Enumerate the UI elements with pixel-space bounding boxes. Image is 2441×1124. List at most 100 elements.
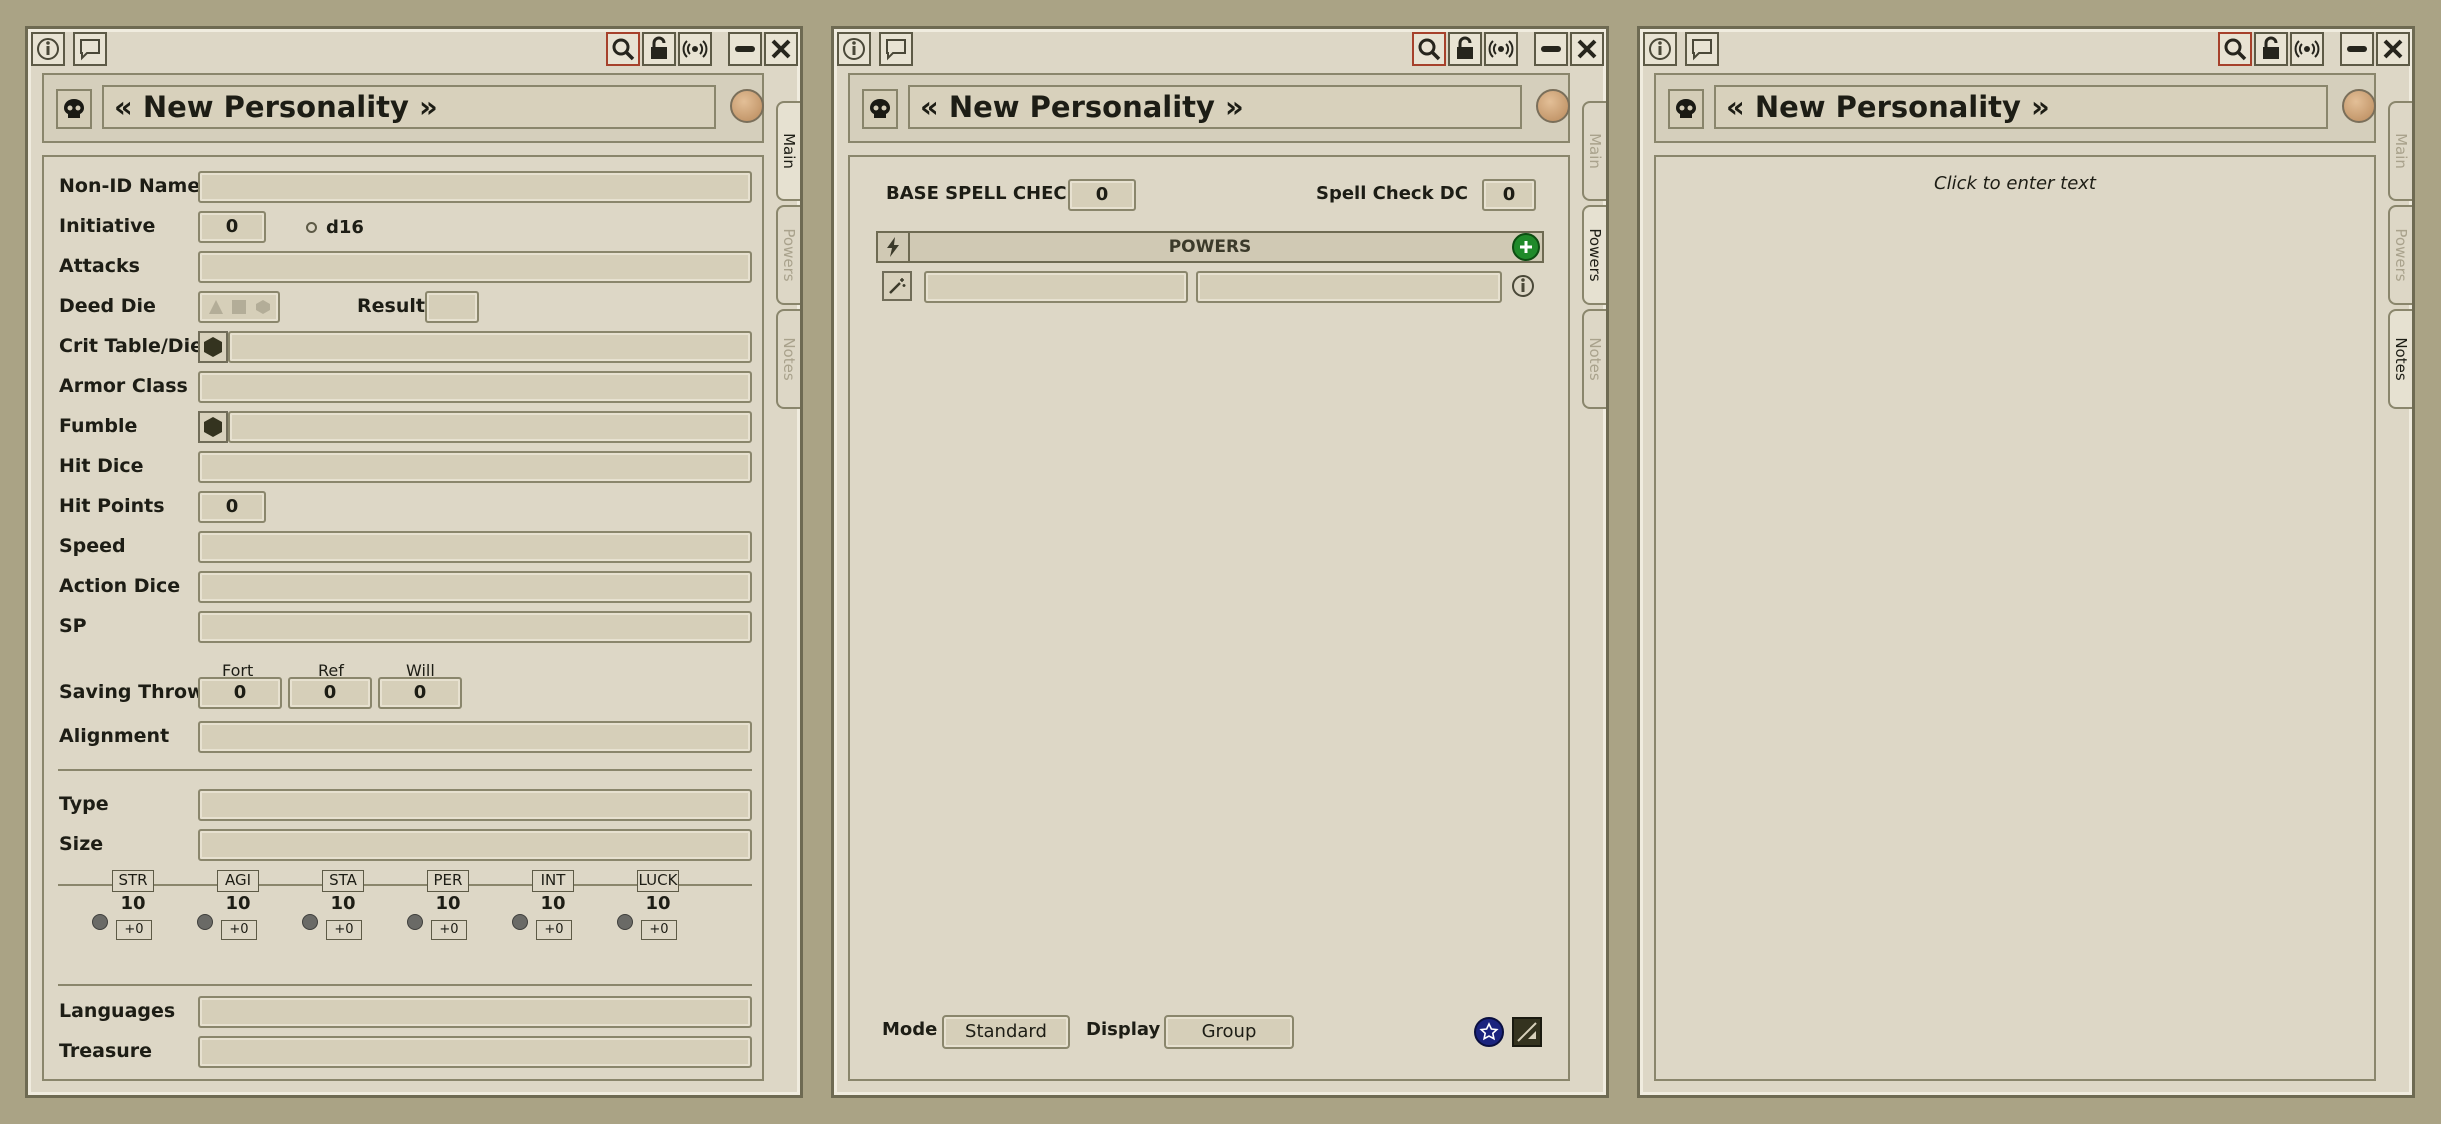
wand-icon[interactable] [882,271,912,301]
lock-icon[interactable] [2254,32,2288,66]
search-icon[interactable] [1412,32,1446,66]
alignment-field[interactable] [198,721,752,753]
ref-field[interactable]: 0 [288,677,372,709]
ability-score[interactable]: 10 [203,893,273,914]
tab-powers[interactable]: Powers [776,205,800,305]
ability-sta[interactable]: STA 10 +0 [302,870,378,940]
attacks-field[interactable] [198,251,752,283]
info-icon[interactable] [837,32,871,66]
size-field[interactable] [198,829,752,861]
broadcast-icon[interactable] [678,32,712,66]
ability-score[interactable]: 10 [98,893,168,914]
ability-agi[interactable]: AGI 10 +0 [197,870,273,940]
info-icon[interactable] [1643,32,1677,66]
ability-score[interactable]: 10 [518,893,588,914]
minimize-icon[interactable] [728,32,762,66]
treasure-field[interactable] [198,1036,752,1068]
fumble-field[interactable] [228,411,752,443]
fort-field[interactable]: 0 [198,677,282,709]
tab-powers[interactable]: Powers [1582,205,1606,305]
ability-int[interactable]: INT 10 +0 [512,870,588,940]
notes-placeholder[interactable]: Click to enter text [1656,173,2374,194]
non-id-name-field[interactable] [198,171,752,203]
spell-check-dc-field[interactable]: 0 [1482,179,1536,211]
ability-score[interactable]: 10 [308,893,378,914]
npc-name-field[interactable]: « New Personality » [102,85,716,129]
search-icon[interactable] [2218,32,2252,66]
skull-icon[interactable] [1668,89,1704,129]
hit-points-field[interactable]: 0 [198,491,266,523]
broadcast-icon[interactable] [2290,32,2324,66]
npc-name-field[interactable]: « New Personality » [1714,85,2328,129]
chat-icon[interactable] [1685,32,1719,66]
armor-class-label: Armor Class [59,375,188,397]
ability-luck[interactable]: LUCK 10 +0 [617,870,693,940]
languages-field[interactable] [198,996,752,1028]
ability-str[interactable]: STR 10 +0 [92,870,168,940]
deed-die-field[interactable] [198,291,280,323]
search-icon[interactable] [606,32,640,66]
token-portrait[interactable] [2342,89,2376,123]
hit-dice-field[interactable] [198,451,752,483]
type-field[interactable] [198,789,752,821]
crit-table-field[interactable] [228,331,752,363]
lock-icon[interactable] [1448,32,1482,66]
armor-class-field[interactable] [198,371,752,403]
speed-field[interactable] [198,531,752,563]
ability-roll-dot[interactable] [407,914,423,930]
ability-roll-dot[interactable] [92,914,108,930]
will-field[interactable]: 0 [378,677,462,709]
tab-main[interactable]: Main [2388,101,2412,201]
crit-die-button[interactable] [198,331,228,363]
ability-score[interactable]: 10 [623,893,693,914]
tab-notes[interactable]: Notes [1582,309,1606,409]
tab-main[interactable]: Main [1582,101,1606,201]
token-portrait[interactable] [1536,89,1570,123]
close-icon[interactable] [764,32,798,66]
ability-score[interactable]: 10 [413,893,483,914]
window-header: « New Personality » [848,73,1570,143]
ability-roll-dot[interactable] [617,914,633,930]
fumble-die-button[interactable] [198,411,228,443]
initiative-die-label: d16 [326,217,364,238]
notes-panel[interactable]: Click to enter text [1654,155,2376,1081]
chat-icon[interactable] [73,32,107,66]
token-portrait[interactable] [730,89,764,123]
tab-label: Powers [780,228,798,282]
close-icon[interactable] [2376,32,2410,66]
tab-strip: Main Powers Notes [1582,101,1608,413]
initiative-field[interactable]: 0 [198,211,266,243]
display-button[interactable]: Group [1164,1015,1294,1049]
power-info-icon[interactable] [1510,273,1536,299]
mode-button[interactable]: Standard [942,1015,1070,1049]
skull-icon[interactable] [862,89,898,129]
initiative-die-radio[interactable] [306,222,317,233]
lightning-icon[interactable] [878,233,910,261]
broadcast-icon[interactable] [1484,32,1518,66]
tab-notes[interactable]: Notes [2388,309,2412,409]
close-icon[interactable] [1570,32,1604,66]
chat-icon[interactable] [879,32,913,66]
action-dice-field[interactable] [198,571,752,603]
ability-roll-dot[interactable] [302,914,318,930]
tab-notes[interactable]: Notes [776,309,800,409]
star-icon[interactable] [1474,1017,1504,1047]
ability-roll-dot[interactable] [197,914,213,930]
npc-name-field[interactable]: « New Personality » [908,85,1522,129]
result-field[interactable] [425,291,479,323]
sp-field[interactable] [198,611,752,643]
lock-icon[interactable] [642,32,676,66]
edit-mode-icon[interactable] [1512,1017,1542,1047]
tab-powers[interactable]: Powers [2388,205,2412,305]
power-detail-field[interactable] [1196,271,1502,303]
skull-icon[interactable] [56,89,92,129]
power-name-field[interactable] [924,271,1188,303]
minimize-icon[interactable] [2340,32,2374,66]
minimize-icon[interactable] [1534,32,1568,66]
base-spell-check-field[interactable]: 0 [1068,179,1136,211]
tab-main[interactable]: Main [776,101,800,201]
info-icon[interactable] [31,32,65,66]
add-icon[interactable] [1512,233,1540,261]
ability-per[interactable]: PER 10 +0 [407,870,483,940]
ability-roll-dot[interactable] [512,914,528,930]
